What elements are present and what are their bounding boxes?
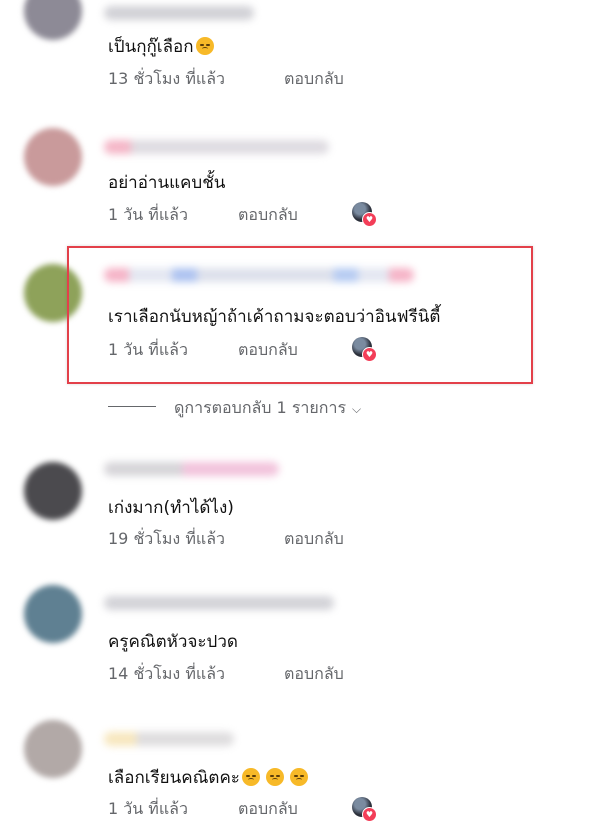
avatar[interactable] — [24, 0, 82, 40]
avatar[interactable] — [24, 462, 82, 520]
comment-meta: 1 วัน ที่แล้ว ตอบกลับ — [108, 203, 298, 228]
comment-text: ครูคณิตหัวจะปวด — [108, 632, 238, 652]
sad-face-icon — [289, 768, 308, 786]
view-replies-label[interactable]: ดูการตอบกลับ 1 รายการ ⌵ — [174, 396, 361, 421]
avatar[interactable] — [24, 720, 82, 778]
sad-face-icon — [241, 768, 260, 786]
view-replies-text: ดูการตอบกลับ 1 รายการ — [174, 398, 347, 417]
sad-face-icon — [195, 37, 214, 55]
commenter-name-blurred[interactable] — [104, 140, 329, 154]
comment-text: อย่าอ่านแคบชั้น — [108, 173, 226, 193]
reaction-badge[interactable]: ♥ — [352, 202, 377, 227]
avatar[interactable] — [24, 585, 82, 643]
heart-icon: ♥ — [362, 807, 377, 822]
reply-button[interactable]: ตอบกลับ — [284, 662, 344, 687]
comment-timestamp[interactable]: 14 ชั่วโมง ที่แล้ว — [108, 664, 225, 683]
comment-timestamp[interactable]: 1 วัน ที่แล้ว — [108, 799, 188, 818]
comment-text-body: เป็นกุกู๊เลือก — [108, 37, 194, 57]
reply-button[interactable]: ตอบกลับ — [238, 203, 298, 228]
comment-timestamp[interactable]: 13 ชั่วโมง ที่แล้ว — [108, 69, 225, 88]
comment-text: เก่งมาก(ทำได้ไง) — [108, 498, 234, 518]
commenter-name-blurred[interactable] — [104, 462, 279, 476]
comment-timestamp[interactable]: 1 วัน ที่แล้ว — [108, 205, 188, 224]
commenter-name-blurred[interactable] — [104, 596, 334, 610]
reaction-badge[interactable]: ♥ — [352, 797, 377, 822]
reply-thread-line — [108, 406, 156, 407]
sad-face-icon — [265, 768, 284, 786]
comment-meta: 1 วัน ที่แล้ว ตอบกลับ — [108, 797, 298, 822]
comment-text-body: เลือกเรียนคณิตคะ — [108, 768, 240, 788]
highlight-annotation-box — [67, 246, 533, 384]
commenter-name-blurred[interactable] — [104, 6, 254, 20]
comment-meta: 13 ชั่วโมง ที่แล้ว ตอบกลับ — [108, 67, 344, 92]
avatar[interactable] — [24, 128, 82, 186]
commenter-name-blurred[interactable] — [104, 732, 234, 746]
comment-meta: 19 ชั่วโมง ที่แล้ว ตอบกลับ — [108, 527, 344, 552]
comment-text: เป็นกุกู๊เลือก — [108, 33, 214, 60]
chevron-down-icon: ⌵ — [352, 402, 362, 416]
comment-timestamp[interactable]: 19 ชั่วโมง ที่แล้ว — [108, 529, 225, 548]
reply-button[interactable]: ตอบกลับ — [238, 797, 298, 822]
heart-icon: ♥ — [362, 212, 377, 227]
comment-text: เลือกเรียนคณิตคะ — [108, 764, 308, 791]
reply-button[interactable]: ตอบกลับ — [284, 527, 344, 552]
comment-meta: 14 ชั่วโมง ที่แล้ว ตอบกลับ — [108, 662, 344, 687]
reply-button[interactable]: ตอบกลับ — [284, 67, 344, 92]
